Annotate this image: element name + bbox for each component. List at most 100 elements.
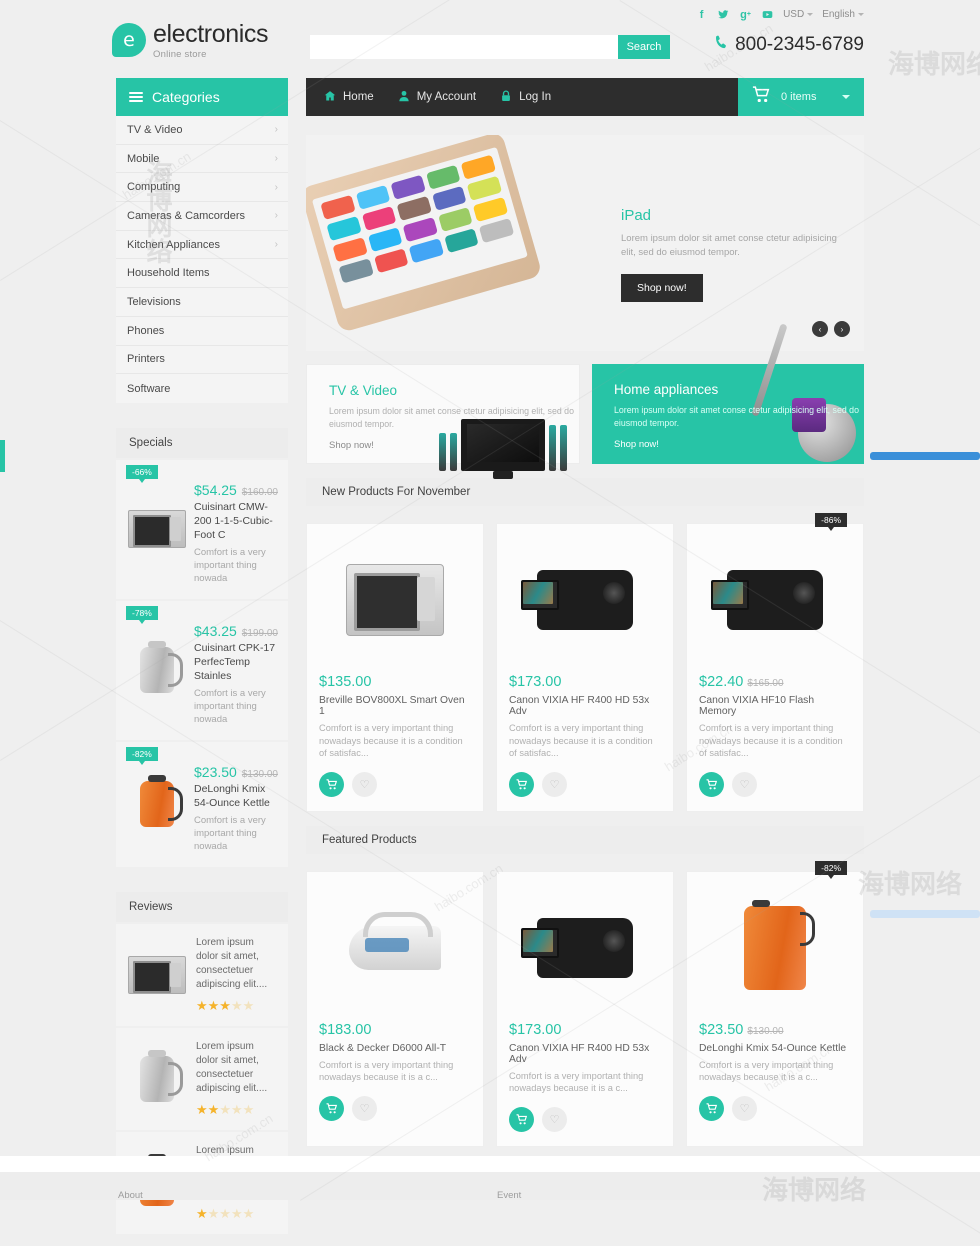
search-button[interactable]: Search	[618, 35, 670, 59]
sidebar-item-printers[interactable]: Printers	[116, 346, 288, 375]
add-to-cart-button[interactable]	[699, 771, 724, 797]
chevron-right-icon: ›	[274, 153, 278, 165]
sidebar-item-kitchen-appliances[interactable]: Kitchen Appliances ›	[116, 231, 288, 260]
footer-column-event[interactable]: Event	[497, 1190, 521, 1201]
special-item[interactable]: -66% $54.25 $160.00 Cuisinart CMW-200 1-…	[116, 459, 288, 599]
product-card[interactable]: $173.00 Canon VIXIA HF R400 HD 53x Adv C…	[496, 870, 674, 1147]
hero-shop-now-button[interactable]: Shop now!	[621, 274, 703, 302]
nav-item-my-account[interactable]: My Account	[398, 90, 476, 105]
special-desc: Comfort is a very important thing nowada	[194, 814, 266, 852]
promo-text: Lorem ipsum dolor sit amet conse ctetur …	[329, 406, 574, 429]
cart-widget[interactable]: 0 items	[738, 78, 864, 116]
storefront-page: f g + USD English e electronics Online s…	[0, 0, 980, 1246]
product-card[interactable]: $173.00 Canon VIXIA HF R400 HD 53x Adv C…	[496, 523, 674, 812]
special-price-old: $199.00	[241, 627, 278, 639]
section-title: Featured Products	[322, 833, 417, 846]
home-icon	[324, 90, 336, 105]
product-image-camcorder	[509, 534, 661, 666]
language-value: English	[822, 9, 855, 20]
phone-number: 800-2345-6789	[713, 34, 864, 56]
sidebar-item-computing[interactable]: Computing ›	[116, 173, 288, 203]
chevron-down-icon	[858, 13, 864, 16]
specials-header: Specials	[116, 427, 288, 458]
review-text: Lorem ipsum dolor sit amet, consectetuer…	[196, 936, 268, 990]
product-name: Canon VIXIA HF R400 HD 53x Adv	[509, 1042, 650, 1065]
category-list: TV & Video › Mobile › Computing › Camera…	[116, 116, 288, 403]
site-logo[interactable]: e electronics Online store	[112, 20, 269, 60]
special-item[interactable]: -78% $43.25 $199.00 Cuisinart CPK-17 Per…	[116, 600, 288, 740]
add-to-cart-button[interactable]	[699, 1095, 724, 1121]
nav-item-log-in[interactable]: Log In	[500, 89, 552, 105]
category-label: Computing	[127, 181, 181, 194]
content-bottom-gap	[0, 1156, 980, 1172]
search-input[interactable]	[310, 35, 618, 59]
wishlist-button[interactable]: ♡	[352, 771, 377, 797]
add-to-cart-button[interactable]	[319, 771, 344, 797]
section-header-featured-products: Featured Products	[306, 825, 864, 854]
product-desc: Comfort is a very important thing nowada…	[509, 1070, 644, 1094]
review-item[interactable]: Lorem ipsum dolor sit amet, consectetuer…	[116, 923, 288, 1026]
product-name: Canon VIXIA HF R400 HD 53x Adv	[509, 695, 650, 717]
product-card[interactable]: -86% $22.40 $165.00 Canon VIXIA HF10 Fla…	[686, 513, 864, 812]
promo-shop-link[interactable]: Shop now!	[614, 439, 864, 450]
special-item[interactable]: -82% $23.50 $130.00 DeLonghi Kmix 54-Oun…	[116, 741, 288, 867]
product-desc: Comfort is a very important thing nowada…	[319, 1059, 454, 1083]
sidebar-item-tv-video[interactable]: TV & Video ›	[116, 116, 288, 145]
product-price-row: $23.50 $130.00	[699, 1022, 851, 1038]
edge-bar-blue-light	[870, 910, 980, 918]
add-to-cart-button[interactable]	[319, 1095, 344, 1121]
google-plus-icon[interactable]: g +	[739, 8, 752, 21]
add-to-cart-button[interactable]	[509, 1106, 534, 1132]
promo-banner-tv-video[interactable]: TV & Video Lorem ipsum dolor sit amet co…	[306, 364, 580, 479]
footer-column-about[interactable]: About	[118, 1190, 143, 1201]
category-label: Printers	[127, 353, 165, 366]
sidebar-item-cameras-camcorders[interactable]: Cameras & Camcorders ›	[116, 202, 288, 231]
product-card[interactable]: $135.00 Breville BOV800XL Smart Oven 1 C…	[306, 523, 484, 812]
sidebar-item-software[interactable]: Software	[116, 374, 288, 403]
twitter-icon[interactable]	[717, 8, 730, 21]
currency-selector[interactable]: USD	[783, 9, 814, 20]
nav-item-home[interactable]: Home	[324, 90, 374, 105]
promo-banner-home-appliances[interactable]: Home appliances Lorem ipsum dolor sit am…	[592, 323, 864, 464]
promo-shop-link[interactable]: Shop now!	[329, 440, 579, 451]
wishlist-button[interactable]: ♡	[352, 1095, 377, 1121]
product-price-old: $130.00	[747, 1025, 784, 1037]
product-name: Canon VIXIA HF10 Flash Memory	[699, 695, 815, 717]
special-price: $54.25	[194, 481, 237, 498]
wishlist-button[interactable]: ♡	[542, 771, 567, 797]
category-label: Kitchen Appliances	[127, 238, 220, 251]
wishlist-button[interactable]: ♡	[732, 771, 757, 797]
review-item[interactable]: Lorem ipsum dolor sit amet, consectetuer…	[116, 1027, 288, 1130]
special-price: $23.50	[194, 763, 237, 780]
discount-badge: -82%	[815, 860, 847, 879]
nav-label-my-account: My Account	[416, 91, 477, 103]
chevron-right-icon: ›	[274, 210, 278, 222]
add-to-cart-button[interactable]	[509, 771, 534, 797]
category-label: Software	[127, 382, 171, 395]
product-card[interactable]: -82% $23.50 $130.00 DeLonghi Kmix 54-Oun…	[686, 860, 864, 1147]
promo-banners: TV & Video Lorem ipsum dolor sit amet co…	[306, 323, 864, 479]
category-label: TV & Video	[127, 123, 183, 136]
sidebar-item-mobile[interactable]: Mobile ›	[116, 145, 288, 174]
language-selector[interactable]: English	[822, 9, 864, 20]
shopping-cart-icon	[752, 86, 771, 108]
category-label: Phones	[127, 324, 165, 337]
sidebar-item-televisions[interactable]: Televisions	[116, 288, 288, 317]
product-image-kettle-steel	[126, 1040, 188, 1118]
cart-items-label: 0 items	[781, 91, 817, 103]
lock-icon	[500, 89, 512, 105]
categories-header: Categories	[116, 78, 288, 116]
wishlist-button[interactable]: ♡	[542, 1106, 567, 1132]
sidebar-item-phones[interactable]: Phones	[116, 317, 288, 346]
special-name: Cuisinart CPK-17 PerfecTemp Stainles	[194, 641, 276, 682]
discount-badge: -86%	[815, 513, 847, 531]
edge-bar-blue	[870, 452, 980, 460]
wishlist-button[interactable]: ♡	[732, 1095, 757, 1121]
sidebar-item-household-items[interactable]: Household Items	[116, 259, 288, 289]
nav-label-log-in: Log In	[519, 91, 552, 103]
facebook-icon[interactable]: f	[695, 8, 708, 21]
product-card[interactable]: $183.00 Black & Decker D6000 All-T Comfo…	[306, 870, 484, 1147]
youtube-icon[interactable]	[761, 8, 774, 21]
brand-name: electronics	[153, 20, 269, 48]
product-desc: Comfort is a very important thing nowada…	[319, 723, 463, 758]
